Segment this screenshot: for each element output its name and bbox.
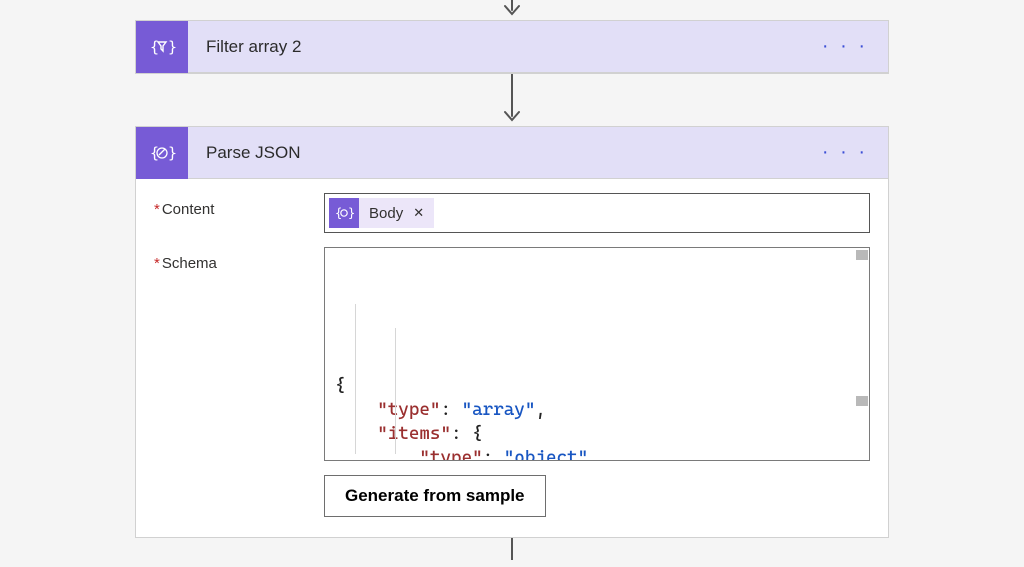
data-operations-icon: { }	[329, 198, 359, 228]
card-title: Filter array 2	[188, 37, 802, 57]
parse-json-icon: { }	[136, 127, 188, 179]
filter-icon: { }	[136, 21, 188, 73]
token-label: Body	[359, 205, 413, 222]
schema-label: *Schema	[154, 247, 324, 272]
token-remove-icon[interactable]: ✕	[413, 205, 434, 221]
svg-text:{: {	[150, 38, 159, 56]
scrollbar[interactable]	[855, 248, 869, 460]
parse-json-card[interactable]: { } Parse JSON · · · *Content	[135, 126, 889, 538]
card-title: Parse JSON	[188, 143, 802, 163]
content-input[interactable]: { } Body ✕	[324, 193, 870, 233]
schema-code-editor[interactable]: { "type": "array", "items": { "type": "o…	[324, 247, 870, 461]
svg-text:}: }	[348, 206, 354, 220]
flow-arrow-top	[0, 0, 1024, 20]
flow-arrow-middle	[0, 74, 1024, 126]
generate-from-sample-button[interactable]: Generate from sample	[324, 475, 546, 517]
card-menu-button[interactable]: · · ·	[802, 35, 888, 58]
schema-field-row: *Schema { "type": "array", "items": { "t…	[154, 247, 870, 517]
content-label: *Content	[154, 193, 324, 218]
body-token[interactable]: { } Body ✕	[329, 198, 434, 228]
flow-connector-bottom	[511, 538, 513, 560]
svg-text:{: {	[150, 144, 159, 162]
svg-text:}: }	[168, 38, 176, 56]
filter-array-card[interactable]: { } Filter array 2 · · ·	[135, 20, 889, 74]
card-menu-button[interactable]: · · ·	[802, 141, 888, 164]
content-field-row: *Content { } Body	[154, 193, 870, 233]
svg-text:}: }	[168, 144, 176, 162]
